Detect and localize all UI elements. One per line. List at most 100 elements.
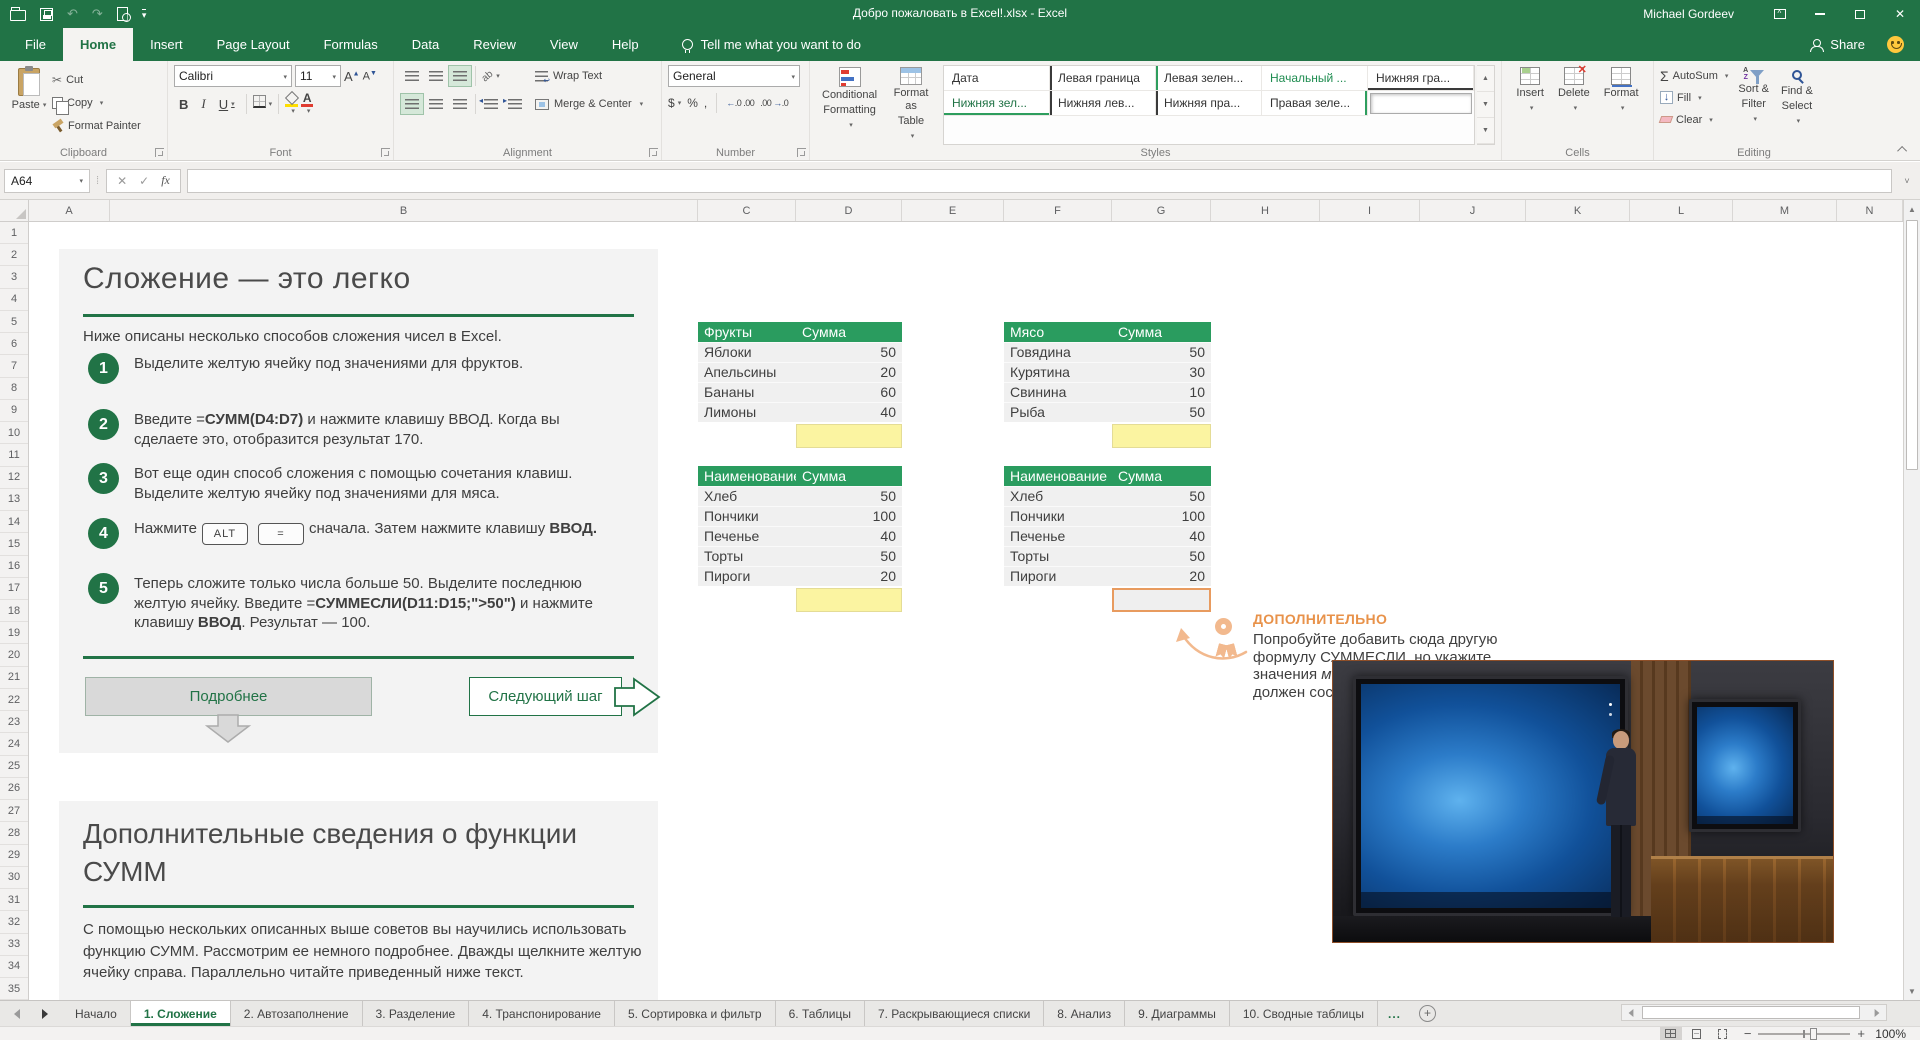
increase-decimal-button[interactable]: ←.0 .00 bbox=[726, 98, 754, 108]
sheet-tab-3[interactable]: 2. Автозаполнение bbox=[231, 1001, 363, 1026]
table-cell-name[interactable]: Бананы bbox=[698, 383, 796, 402]
scroll-right-icon[interactable] bbox=[1868, 1005, 1886, 1020]
table-cell-value[interactable]: 100 bbox=[796, 507, 902, 526]
row-header-3[interactable]: 3 bbox=[0, 266, 28, 288]
zoom-level[interactable]: 100% bbox=[1872, 1027, 1906, 1040]
row-header-11[interactable]: 11 bbox=[0, 444, 28, 466]
zoom-out-icon[interactable]: − bbox=[1744, 1029, 1752, 1039]
sheet-tab-8[interactable]: 7. Раскрывающиеся списки bbox=[865, 1001, 1044, 1026]
column-header-F[interactable]: F bbox=[1004, 200, 1112, 221]
insert-cells-button[interactable]: Insert bbox=[1510, 65, 1550, 117]
conditional-formatting-button[interactable]: Conditional Formatting bbox=[816, 65, 883, 145]
table-cell-name[interactable]: Торты bbox=[698, 547, 796, 566]
table-cell-name[interactable]: Пончики bbox=[1004, 507, 1112, 526]
share-button[interactable]: Share bbox=[1810, 37, 1865, 52]
table-cell-value[interactable]: 10 bbox=[1112, 383, 1211, 402]
column-header-E[interactable]: E bbox=[902, 200, 1004, 221]
vertical-scroll-thumb[interactable] bbox=[1906, 220, 1918, 470]
table-cell-name[interactable]: Пончики bbox=[698, 507, 796, 526]
restore-button[interactable] bbox=[1840, 0, 1880, 28]
row-header-24[interactable]: 24 bbox=[0, 733, 28, 755]
minimize-button[interactable] bbox=[1800, 0, 1840, 28]
sheet-tab-overflow[interactable]: ... bbox=[1378, 1001, 1411, 1026]
row-header-34[interactable]: 34 bbox=[0, 956, 28, 978]
merge-center-button[interactable]: Merge & Center bbox=[535, 93, 643, 115]
yellow-sum-cell[interactable] bbox=[796, 424, 902, 448]
gallery-more-icon[interactable]: ▼ bbox=[1477, 118, 1494, 144]
row-header-7[interactable]: 7 bbox=[0, 355, 28, 377]
feedback-smiley-icon[interactable] bbox=[1887, 36, 1904, 53]
font-color-button[interactable]: A bbox=[301, 93, 313, 115]
row-header-22[interactable]: 22 bbox=[0, 689, 28, 711]
borders-button[interactable] bbox=[253, 95, 273, 113]
ribbon-tab-data[interactable]: Data bbox=[395, 28, 456, 61]
row-header-25[interactable]: 25 bbox=[0, 756, 28, 778]
table-cell-value[interactable]: 30 bbox=[1112, 363, 1211, 382]
close-button[interactable]: ✕ bbox=[1880, 0, 1920, 28]
collapse-ribbon-button[interactable] bbox=[1894, 142, 1912, 156]
table-cell-name[interactable]: Яблоки bbox=[698, 343, 796, 362]
row-header-16[interactable]: 16 bbox=[0, 556, 28, 578]
column-header-C[interactable]: C bbox=[698, 200, 796, 221]
table-cell-value[interactable]: 100 bbox=[1112, 507, 1211, 526]
video-player[interactable] bbox=[1332, 660, 1834, 943]
column-header-J[interactable]: J bbox=[1420, 200, 1526, 221]
row-header-23[interactable]: 23 bbox=[0, 711, 28, 733]
horizontal-scroll-thumb[interactable] bbox=[1642, 1006, 1860, 1019]
table-cell-value[interactable]: 50 bbox=[1112, 547, 1211, 566]
fill-color-button[interactable] bbox=[285, 93, 298, 115]
column-header-H[interactable]: H bbox=[1211, 200, 1320, 221]
ribbon-tab-home[interactable]: Home bbox=[63, 28, 133, 61]
previous-sheet-icon[interactable] bbox=[14, 1009, 20, 1019]
cell-style-item-5[interactable]: Нижняя зел... bbox=[944, 91, 1050, 116]
select-all-corner[interactable] bbox=[0, 200, 29, 222]
ribbon-tab-help[interactable]: Help bbox=[595, 28, 656, 61]
percent-style-button[interactable]: % bbox=[687, 96, 698, 110]
column-header-K[interactable]: K bbox=[1526, 200, 1630, 221]
row-header-19[interactable]: 19 bbox=[0, 622, 28, 644]
sheet-tab-7[interactable]: 6. Таблицы bbox=[776, 1001, 865, 1026]
more-details-button[interactable]: Подробнее bbox=[85, 677, 372, 716]
row-header-20[interactable]: 20 bbox=[0, 644, 28, 666]
table-cell-name[interactable]: Торты bbox=[1004, 547, 1112, 566]
yellow-sum-cell[interactable] bbox=[1112, 424, 1211, 448]
table-cell-value[interactable]: 40 bbox=[796, 527, 902, 546]
scroll-down-icon[interactable]: ▼ bbox=[1904, 982, 1920, 1000]
table-cell-value[interactable]: 40 bbox=[796, 403, 902, 422]
table-cell-value[interactable]: 50 bbox=[1112, 343, 1211, 362]
page-break-view-button[interactable] bbox=[1712, 1027, 1734, 1040]
font-dialog-launcher[interactable] bbox=[381, 148, 390, 157]
fill-button[interactable]: ↓Fill bbox=[1660, 87, 1728, 108]
cell-style-item-9[interactable] bbox=[1370, 93, 1472, 114]
column-header-G[interactable]: G bbox=[1112, 200, 1211, 221]
accounting-format-button[interactable]: $ bbox=[668, 96, 681, 110]
table-cell-name[interactable]: Апельсины bbox=[698, 363, 796, 382]
italic-button[interactable]: I bbox=[196, 93, 210, 115]
increase-indent-button[interactable]: ▸ bbox=[503, 93, 527, 115]
delete-cells-button[interactable]: Delete bbox=[1552, 65, 1596, 117]
align-left-button[interactable] bbox=[400, 93, 424, 115]
column-header-N[interactable]: N bbox=[1837, 200, 1903, 221]
table-cell-name[interactable]: Пироги bbox=[698, 567, 796, 586]
sort-filter-button[interactable]: AZ Sort & Filter bbox=[1732, 65, 1775, 130]
wrap-text-button[interactable]: Wrap Text bbox=[535, 65, 643, 87]
row-header-6[interactable]: 6 bbox=[0, 333, 28, 355]
align-right-button[interactable] bbox=[448, 93, 472, 115]
align-center-button[interactable] bbox=[424, 93, 448, 115]
row-header-4[interactable]: 4 bbox=[0, 289, 28, 311]
vertical-scrollbar[interactable]: ▲ ▼ bbox=[1903, 200, 1920, 1000]
sheet-tab-4[interactable]: 3. Разделение bbox=[363, 1001, 470, 1026]
row-header-10[interactable]: 10 bbox=[0, 422, 28, 444]
horizontal-scrollbar[interactable] bbox=[1621, 1004, 1887, 1021]
cell-style-item-3[interactable]: Начальный ... bbox=[1262, 66, 1368, 91]
zoom-in-icon[interactable]: + bbox=[1857, 1029, 1865, 1039]
ribbon-tab-file[interactable]: File bbox=[8, 28, 63, 61]
table-cell-name[interactable]: Хлеб bbox=[698, 487, 796, 506]
table-cell-value[interactable]: 50 bbox=[796, 547, 902, 566]
table-cell-value[interactable]: 40 bbox=[1112, 527, 1211, 546]
formula-input[interactable] bbox=[187, 169, 1892, 193]
table-cell-name[interactable]: Говядина bbox=[1004, 343, 1112, 362]
row-header-26[interactable]: 26 bbox=[0, 778, 28, 800]
row-header-30[interactable]: 30 bbox=[0, 867, 28, 889]
cell-style-item-0[interactable]: Дата bbox=[944, 66, 1050, 91]
